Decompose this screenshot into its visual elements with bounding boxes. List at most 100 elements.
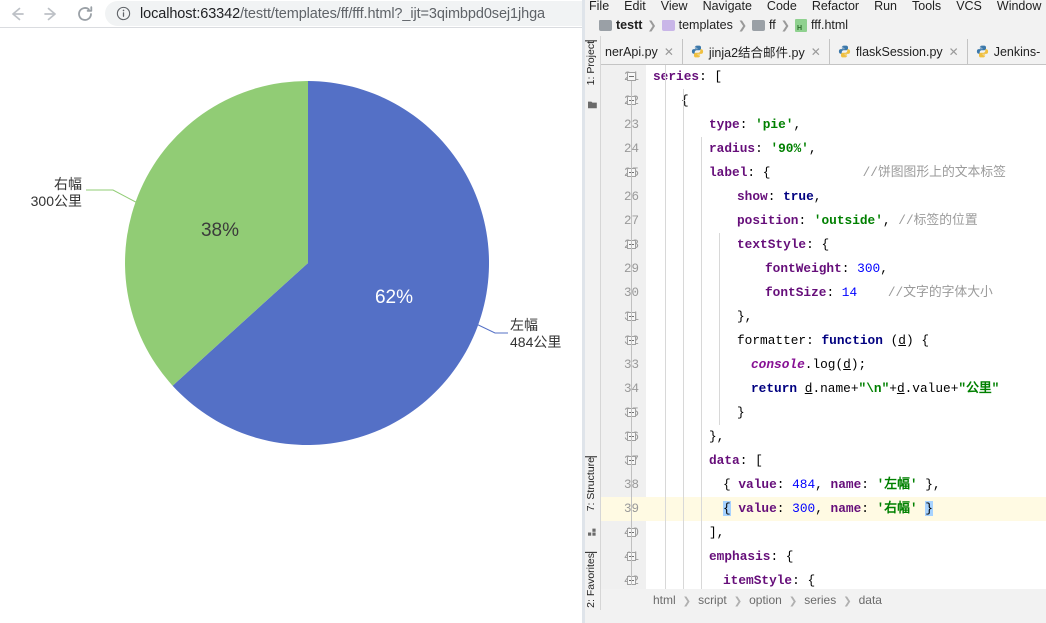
breadcrumb-label: templates xyxy=(678,18,733,32)
menu-item-edit[interactable]: Edit xyxy=(624,0,646,13)
editor-tab-2[interactable]: flaskSession.py ✕ xyxy=(828,39,967,64)
fold-connector-line xyxy=(631,81,632,585)
info-circle-icon[interactable] xyxy=(115,5,132,22)
indent-guide-0 xyxy=(665,65,666,589)
menu-item-code[interactable]: Code xyxy=(766,0,797,13)
html-file-icon xyxy=(795,18,807,32)
python-file-icon xyxy=(691,45,704,58)
url-host: localhost:63342 xyxy=(140,5,241,22)
status-breadcrumb-text[interactable]: html ❯ script ❯ option ❯ series ❯ data xyxy=(653,593,882,607)
pie-label-left-fu-name: 左幅 xyxy=(510,317,538,333)
code-line-text: ], xyxy=(709,525,725,540)
editor-tab-label: flaskSession.py xyxy=(855,44,943,59)
code-line-text: type: 'pie', xyxy=(709,117,802,132)
code-line-23[interactable]: 23 type: 'pie', xyxy=(601,113,1046,137)
back-button[interactable] xyxy=(0,0,34,27)
python-file-icon xyxy=(838,45,851,58)
editor-tab-1[interactable]: jinja2结合邮件.py ✕ xyxy=(681,39,829,64)
pie-chart: 38% 62% 右幅 300公里 左幅 484公里 xyxy=(0,28,585,623)
line-number: 24 xyxy=(601,137,639,161)
code-line-30[interactable]: 30 fontSize: 14 //文字的字体大小 xyxy=(601,281,1046,305)
code-line-22[interactable]: 22{ xyxy=(601,89,1046,113)
editor-tab-0[interactable]: nerApi.py ✕ xyxy=(597,39,682,64)
editor-status-breadcrumb: html ❯ script ❯ option ❯ series ❯ data xyxy=(601,589,1046,610)
forward-button[interactable] xyxy=(34,0,68,27)
breadcrumb-item-ff[interactable]: ff xyxy=(752,18,776,32)
code-line-41[interactable]: 41emphasis: { xyxy=(601,545,1046,569)
menu-item-file[interactable]: File xyxy=(589,0,610,13)
close-icon[interactable]: ✕ xyxy=(664,46,674,58)
editor-tab-strip: nerApi.py ✕ jinja2结合邮件.py ✕ flaskSession.py ✕… xyxy=(597,39,1046,64)
line-number: 27 xyxy=(601,209,639,233)
status-breadcrumb-item-data[interactable]: data xyxy=(859,593,882,607)
code-line-text: series: [ xyxy=(653,69,723,84)
pie-percent-left-fu: 62% xyxy=(375,287,413,308)
code-line-text: data: [ xyxy=(709,453,763,468)
address-bar[interactable]: localhost:63342/testt/templates/ff/fff.h… xyxy=(105,1,585,26)
code-line-27[interactable]: 27 position: 'outside', //标签的位置 xyxy=(601,209,1046,233)
breadcrumb-item-templates[interactable]: templates xyxy=(661,18,733,32)
ide-window: File Edit View Navigate Code Refactor Run Tools… xyxy=(585,0,1046,623)
code-line-29[interactable]: 29 fontWeight: 300, xyxy=(601,257,1046,281)
code-editor[interactable]: 21series: [22{23 type: 'pie', 24 radius: '9… xyxy=(601,65,1046,589)
reload-button[interactable] xyxy=(68,0,102,27)
status-breadcrumb-item-option[interactable]: option xyxy=(749,593,782,607)
code-line-31[interactable]: 31}, xyxy=(601,305,1046,329)
code-line-text: { value: 484, name: '左幅' }, xyxy=(723,477,941,492)
tool-window-label: 7: Structure xyxy=(585,456,597,512)
code-line-text: itemStyle: { xyxy=(723,573,816,588)
editor-tab-3[interactable]: Jenkins- xyxy=(966,39,1046,64)
code-line-21[interactable]: 21series: [ xyxy=(601,65,1046,89)
menu-item-window[interactable]: Window xyxy=(996,0,1042,13)
ide-bottom-filler xyxy=(585,610,1046,623)
code-line-38[interactable]: 38 { value: 484, name: '左幅' }, xyxy=(601,473,1046,497)
code-line-25[interactable]: 25label: { //饼图图形上的文本标签 xyxy=(601,161,1046,185)
menu-item-navigate[interactable]: Navigate xyxy=(702,0,752,13)
tool-window-project[interactable]: 1: Project xyxy=(585,40,600,86)
close-icon[interactable]: ✕ xyxy=(949,46,959,58)
code-line-33[interactable]: 33 console.log(d); xyxy=(601,353,1046,377)
code-line-39[interactable]: 39 { value: 300, name: '右幅' } xyxy=(601,497,1046,521)
indent-guide-1 xyxy=(683,89,684,589)
code-lines-container[interactable]: 21series: [22{23 type: 'pie', 24 radius: '9… xyxy=(601,65,1046,589)
code-line-text: radius: '90%', xyxy=(709,141,817,156)
line-number: 30 xyxy=(601,281,639,305)
menu-item-refactor[interactable]: Refactor xyxy=(811,0,860,13)
close-icon[interactable]: ✕ xyxy=(811,46,821,58)
code-fold-toggle[interactable] xyxy=(627,72,636,81)
code-line-42[interactable]: 42itemStyle: { xyxy=(601,569,1046,589)
code-line-34[interactable]: 34 return d.name+"\n"+d.value+"公里" xyxy=(601,377,1046,401)
status-breadcrumb-item-script[interactable]: script xyxy=(698,593,727,607)
code-line-24[interactable]: 24 radius: '90%', xyxy=(601,137,1046,161)
tool-window-label: 1: Project xyxy=(585,40,597,86)
tool-window-favorites[interactable]: 2: Favorites xyxy=(585,552,600,608)
status-breadcrumb-item-series[interactable]: series xyxy=(804,593,836,607)
menu-item-tools[interactable]: Tools xyxy=(912,0,942,13)
status-breadcrumb-item-html[interactable]: html xyxy=(653,593,676,607)
menu-item-run[interactable]: Run xyxy=(874,0,897,13)
code-line-37[interactable]: 37data: [ xyxy=(601,449,1046,473)
menu-item-vcs[interactable]: VCS xyxy=(956,0,982,13)
tool-window-label: 2: Favorites xyxy=(585,552,597,608)
code-line-35[interactable]: 35} xyxy=(601,401,1046,425)
code-line-36[interactable]: 36}, xyxy=(601,425,1046,449)
breadcrumb-chevron-icon: ❯ xyxy=(682,595,692,607)
tool-window-structure[interactable]: 7: Structure xyxy=(585,456,600,512)
code-line-32[interactable]: 32formatter: function (d) { xyxy=(601,329,1046,353)
indent-guide-3 xyxy=(719,233,720,425)
ide-menu-bar: File Edit View Navigate Code Refactor Run Tools… xyxy=(585,0,1046,13)
breadcrumb-chevron-icon: ❯ xyxy=(843,595,852,607)
code-line-text: show: true, xyxy=(737,189,822,204)
breadcrumb-item-fff-html[interactable]: fff.html xyxy=(795,18,848,32)
address-bar-url: localhost:63342/testt/templates/ff/fff.h… xyxy=(140,6,545,22)
menu-item-view[interactable]: View xyxy=(660,0,688,13)
breadcrumb-item-testt[interactable]: testt xyxy=(599,18,642,32)
code-line-40[interactable]: 40], xyxy=(601,521,1046,545)
browser-nav-buttons xyxy=(0,0,102,27)
code-line-text: textStyle: { xyxy=(737,237,830,252)
indent-guide-2 xyxy=(701,137,702,589)
breadcrumb-chevron-icon: ❯ xyxy=(788,595,798,607)
breadcrumb-label: ff xyxy=(769,18,776,32)
code-line-26[interactable]: 26 show: true, xyxy=(601,185,1046,209)
code-line-28[interactable]: 28textStyle: { xyxy=(601,233,1046,257)
